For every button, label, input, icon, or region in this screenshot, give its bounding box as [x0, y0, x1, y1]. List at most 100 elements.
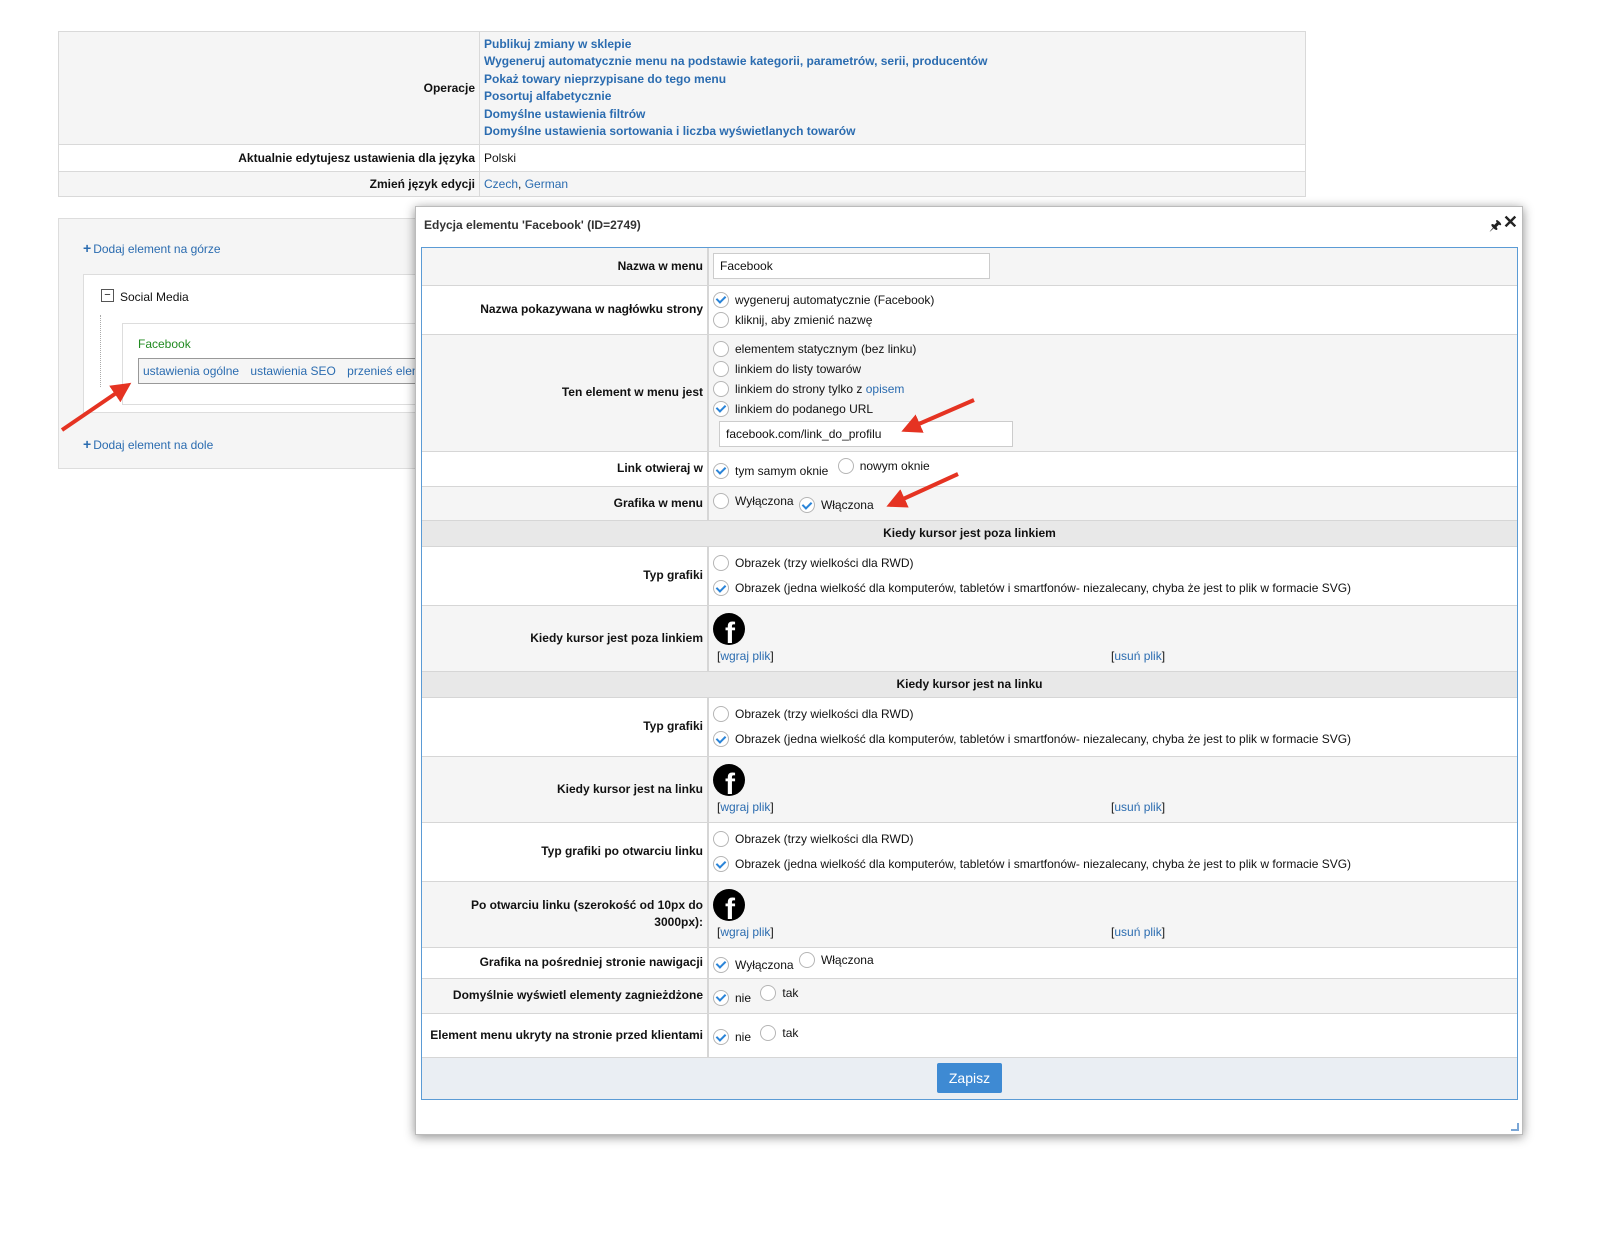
radio-icon[interactable] [713, 340, 729, 357]
bracket: ] [1161, 649, 1166, 663]
remove-file-link[interactable]: [usuń plik] [1111, 649, 1165, 663]
radio-icon[interactable] [713, 380, 729, 397]
upload-label[interactable]: wgraj plik [720, 925, 770, 939]
type-product-list-option[interactable]: linkiem do listy towarów [713, 359, 1513, 379]
radio-checked-icon[interactable] [713, 400, 729, 417]
collapse-icon[interactable]: − [101, 289, 114, 302]
radio-checked-icon[interactable] [713, 989, 729, 1006]
bracket: ] [1161, 800, 1166, 814]
open-same-window-option[interactable]: tym samym oknie [713, 462, 829, 479]
radio-icon[interactable] [713, 706, 729, 722]
upload-label[interactable]: wgraj plik [720, 800, 770, 814]
facebook-glyph: f [725, 617, 735, 646]
close-icon[interactable]: ✕ [1503, 212, 1518, 233]
option-label: linkiem do strony tylko z [735, 381, 866, 396]
header-auto-option[interactable]: wygeneruj automatycznie (Facebook) [713, 290, 1513, 310]
radio-icon[interactable] [837, 458, 854, 475]
nested-no-option[interactable]: nie [713, 989, 752, 1006]
default-sorting-link[interactable]: Domyślne ustawienia sortowania i liczba … [484, 124, 855, 138]
radio-icon[interactable] [713, 492, 729, 509]
remove-file-link[interactable]: [usuń plik] [1111, 800, 1165, 814]
bracket: ] [770, 925, 774, 939]
option-label: Wyłączona [735, 957, 794, 972]
intermediate-on-option[interactable]: Włączona [798, 952, 874, 969]
graphic-type-single-option[interactable]: Obrazek (jedna wielkość dla komputerów, … [713, 727, 1513, 752]
graphic-type-rwd-option[interactable]: Obrazek (trzy wielkości dla RWD) [713, 551, 1513, 576]
open-in-label: Link otwieraj w [422, 451, 709, 487]
show-unassigned-link[interactable]: Pokaż towary nieprzypisane do tego menu [484, 72, 726, 86]
hidden-no-option[interactable]: nie [713, 1029, 751, 1046]
language-link-german[interactable]: German [525, 177, 568, 191]
radio-icon[interactable] [798, 952, 815, 969]
upload-file-link[interactable]: [wgraj plik] [717, 649, 774, 663]
upload-label[interactable]: wgraj plik [720, 649, 770, 663]
seo-settings-link[interactable]: ustawienia SEO [250, 364, 335, 378]
type-static-option[interactable]: elementem statycznym (bez linku) [713, 339, 1513, 359]
option-label: Obrazek (jedna wielkość dla komputerów, … [735, 732, 1352, 746]
option-label: nie [735, 990, 752, 1005]
remove-label[interactable]: usuń plik [1114, 925, 1161, 939]
publish-changes-link[interactable]: Publikuj zmiany w sklepie [484, 37, 631, 51]
pin-icon[interactable]: 🖈 [1489, 215, 1502, 239]
edit-element-dialog: Edycja elementu 'Facebook' (ID=2749) 🖈 ✕… [415, 206, 1523, 1135]
hidden-yes-option[interactable]: tak [760, 1024, 798, 1041]
graphic-type-single-option[interactable]: Obrazek (jedna wielkość dla komputerów, … [713, 576, 1513, 601]
tree-item-label[interactable]: Facebook [138, 337, 191, 351]
type-url-option[interactable]: linkiem do podanego URL [713, 399, 1513, 419]
graphic-type-rwd-option[interactable]: Obrazek (trzy wielkości dla RWD) [713, 702, 1513, 727]
remove-file-link[interactable]: [usuń plik] [1111, 925, 1165, 939]
graphic-type-rwd-option[interactable]: Obrazek (trzy wielkości dla RWD) [713, 827, 1513, 852]
remove-label[interactable]: usuń plik [1114, 649, 1161, 663]
url-input[interactable] [719, 420, 1013, 447]
radio-checked-icon[interactable] [713, 1029, 729, 1046]
outside-graphic-label: Kiedy kursor jest poza linkiem [422, 605, 709, 672]
add-element-bottom-link[interactable]: + Dodaj element na dole [83, 436, 213, 452]
graphic-on-option[interactable]: Włączona [798, 497, 874, 514]
add-element-top-link[interactable]: + Dodaj element na górze [83, 240, 221, 256]
upload-file-link[interactable]: [wgraj plik] [717, 925, 774, 939]
radio-icon[interactable] [713, 831, 729, 847]
upload-file-link[interactable]: [wgraj plik] [717, 800, 774, 814]
facebook-glyph: f [725, 768, 735, 797]
sort-alphabetically-link[interactable]: Posortuj alfabetycznie [484, 89, 611, 103]
nested-yes-option[interactable]: tak [760, 985, 799, 1002]
language-link-czech[interactable]: Czech [484, 177, 518, 191]
open-new-window-option[interactable]: nowym oknie [837, 458, 930, 475]
option-label: tak [782, 986, 799, 1001]
option-label: tym samym oknie [735, 463, 829, 478]
description-link[interactable]: opisem [866, 382, 905, 396]
radio-checked-icon[interactable] [713, 731, 729, 747]
general-settings-link[interactable]: ustawienia ogólne [143, 364, 239, 378]
plus-icon: + [83, 436, 92, 452]
graphic-off-option[interactable]: Wyłączona [713, 492, 794, 509]
radio-icon[interactable] [713, 360, 729, 377]
radio-checked-icon[interactable] [713, 462, 729, 479]
generate-menu-link[interactable]: Wygeneruj automatycznie menu na podstawi… [484, 54, 987, 68]
graphic-type-single-option[interactable]: Obrazek (jedna wielkość dla komputerów, … [713, 852, 1513, 877]
type-description-option[interactable]: linkiem do strony tylko z opisem [713, 379, 1513, 399]
intermediate-off-option[interactable]: Wyłączona [713, 956, 794, 973]
plus-icon: + [83, 240, 92, 256]
remove-label[interactable]: usuń plik [1114, 800, 1161, 814]
radio-icon[interactable] [760, 985, 777, 1002]
menu-name-input[interactable] [713, 253, 990, 280]
resize-handle[interactable] [1511, 1123, 1519, 1131]
radio-checked-icon[interactable] [713, 856, 729, 872]
radio-checked-icon[interactable] [798, 497, 815, 514]
radio-checked-icon[interactable] [713, 291, 729, 308]
settings-table: Operacje Publikuj zmiany w sklepie Wygen… [58, 30, 1306, 198]
dialog-content: Nazwa w menu Nazwa pokazywana w nagłówku… [421, 247, 1518, 1100]
on-link-graphic-label: Kiedy kursor jest na linku [422, 756, 709, 823]
radio-icon[interactable] [713, 555, 729, 571]
element-form: Nazwa w menu Nazwa pokazywana w nagłówku… [422, 248, 1517, 1099]
dialog-title[interactable]: Edycja elementu 'Facebook' (ID=2749) [416, 207, 1522, 241]
header-custom-option[interactable]: kliknij, aby zmienić nazwę [713, 310, 1513, 330]
save-button[interactable]: Zapisz [936, 1063, 1003, 1094]
option-label: Obrazek (trzy wielkości dla RWD) [735, 707, 914, 721]
radio-checked-icon[interactable] [713, 580, 729, 596]
radio-checked-icon[interactable] [713, 956, 729, 973]
default-filters-link[interactable]: Domyślne ustawienia filtrów [484, 107, 645, 121]
radio-icon[interactable] [713, 311, 729, 328]
radio-icon[interactable] [760, 1024, 777, 1041]
language-separator: , [518, 177, 525, 192]
